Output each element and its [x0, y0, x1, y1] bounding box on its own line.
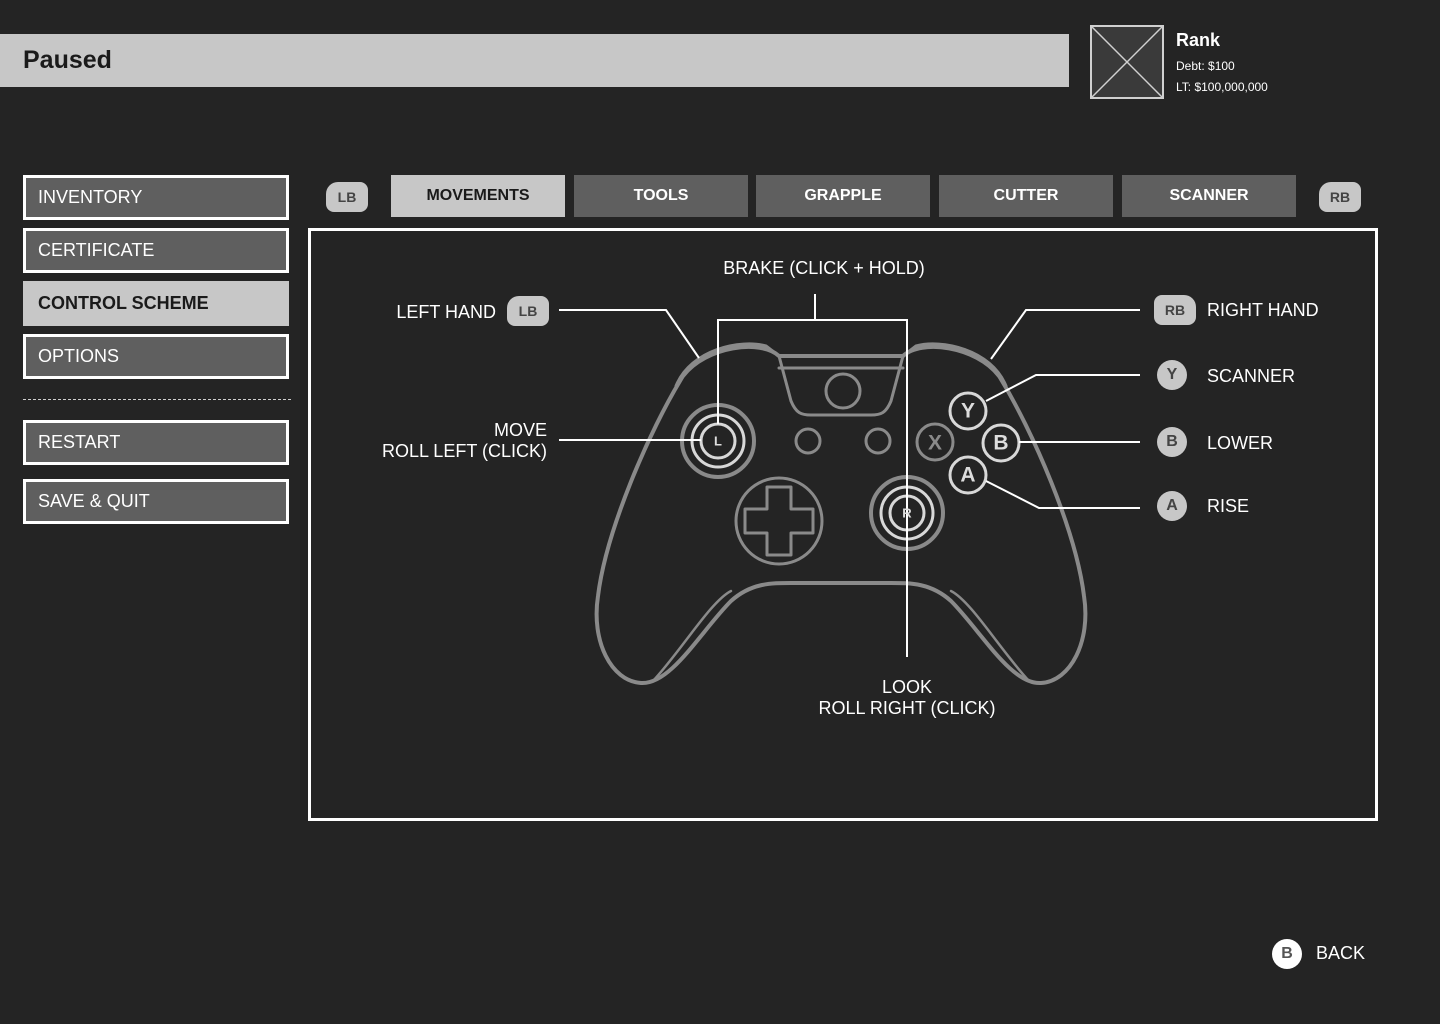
tab-prev-lb-icon[interactable]: LB — [326, 182, 368, 212]
menu-inventory-button[interactable]: INVENTORY — [23, 175, 289, 220]
a-button-glyph: A — [960, 464, 975, 487]
left-grip-inner-line — [651, 589, 733, 683]
rank-lifetime: LT: $100,000,000 — [1176, 80, 1268, 94]
scanner-label: SCANNER — [1207, 366, 1296, 386]
left-hand-label: LEFT HAND — [396, 302, 496, 322]
x-button-glyph: X — [928, 432, 942, 455]
look-label-line1: LOOK — [881, 677, 933, 697]
title-bar: Paused — [0, 34, 1069, 87]
move-label-line2: ROLL LEFT (CLICK) — [381, 441, 547, 461]
look-label: LOOK ROLL RIGHT (CLICK) — [807, 677, 1007, 719]
menu-save-quit-button[interactable]: SAVE & QUIT — [23, 479, 289, 524]
rank-title: Rank — [1176, 30, 1221, 50]
menu-certificate-button[interactable]: CERTIFICATE — [23, 228, 289, 273]
control-diagram-panel: L R Y B A X BRAKE (CLICK + HOLD) LEFT HA… — [308, 228, 1378, 821]
dpad-cross — [743, 485, 815, 557]
left-hand-lb-icon: LB — [507, 296, 549, 326]
tab-grapple[interactable]: GRAPPLE — [756, 175, 930, 217]
b-button-glyph: B — [993, 432, 1008, 455]
dpad-ring — [734, 476, 824, 566]
move-label-line1: MOVE — [493, 420, 547, 440]
left-stick-glyph: L — [714, 434, 722, 449]
home-button — [824, 372, 862, 410]
right-hand-label: RIGHT HAND — [1207, 300, 1319, 320]
brake-label: BRAKE (CLICK + HOLD) — [723, 258, 925, 278]
center-guide-outline — [777, 354, 905, 417]
rise-label: RISE — [1207, 496, 1250, 516]
move-label: MOVE ROLL LEFT (CLICK) — [351, 420, 547, 462]
controller-body-outline — [594, 344, 1088, 686]
rise-a-icon: A — [1157, 491, 1187, 521]
right-hand-callout — [990, 309, 1140, 360]
lower-label: LOWER — [1207, 433, 1274, 453]
back-b-icon[interactable]: B — [1272, 939, 1302, 969]
scanner-y-icon: Y — [1157, 360, 1187, 390]
tab-tools[interactable]: TOOLS — [574, 175, 748, 217]
menu-restart-button[interactable]: RESTART — [23, 420, 289, 465]
rank-image-placeholder — [1090, 25, 1164, 99]
menu-options-button[interactable]: OPTIONS — [23, 334, 289, 379]
right-grip-inner-line — [949, 589, 1031, 683]
right-stick-glyph: R — [902, 506, 912, 521]
menu-divider — [23, 399, 291, 400]
rank-debt: Debt: $100 — [1176, 59, 1235, 73]
page-title: Paused — [23, 46, 112, 74]
left-hand-callout — [559, 309, 700, 359]
back-label[interactable]: BACK — [1316, 943, 1365, 964]
y-button-glyph: Y — [961, 400, 975, 423]
rise-callout — [985, 480, 1140, 509]
tab-cutter[interactable]: CUTTER — [939, 175, 1113, 217]
tab-movements[interactable]: MOVEMENTS — [391, 175, 565, 217]
tab-scanner[interactable]: SCANNER — [1122, 175, 1296, 217]
menu-control-scheme-button[interactable]: CONTROL SCHEME — [23, 281, 289, 326]
look-label-line2: ROLL RIGHT (CLICK) — [818, 698, 996, 718]
lower-b-icon: B — [1157, 427, 1187, 457]
menu-button — [864, 427, 892, 455]
tab-next-rb-icon[interactable]: RB — [1319, 182, 1361, 212]
view-button — [794, 427, 822, 455]
right-hand-rb-icon: RB — [1154, 295, 1196, 325]
